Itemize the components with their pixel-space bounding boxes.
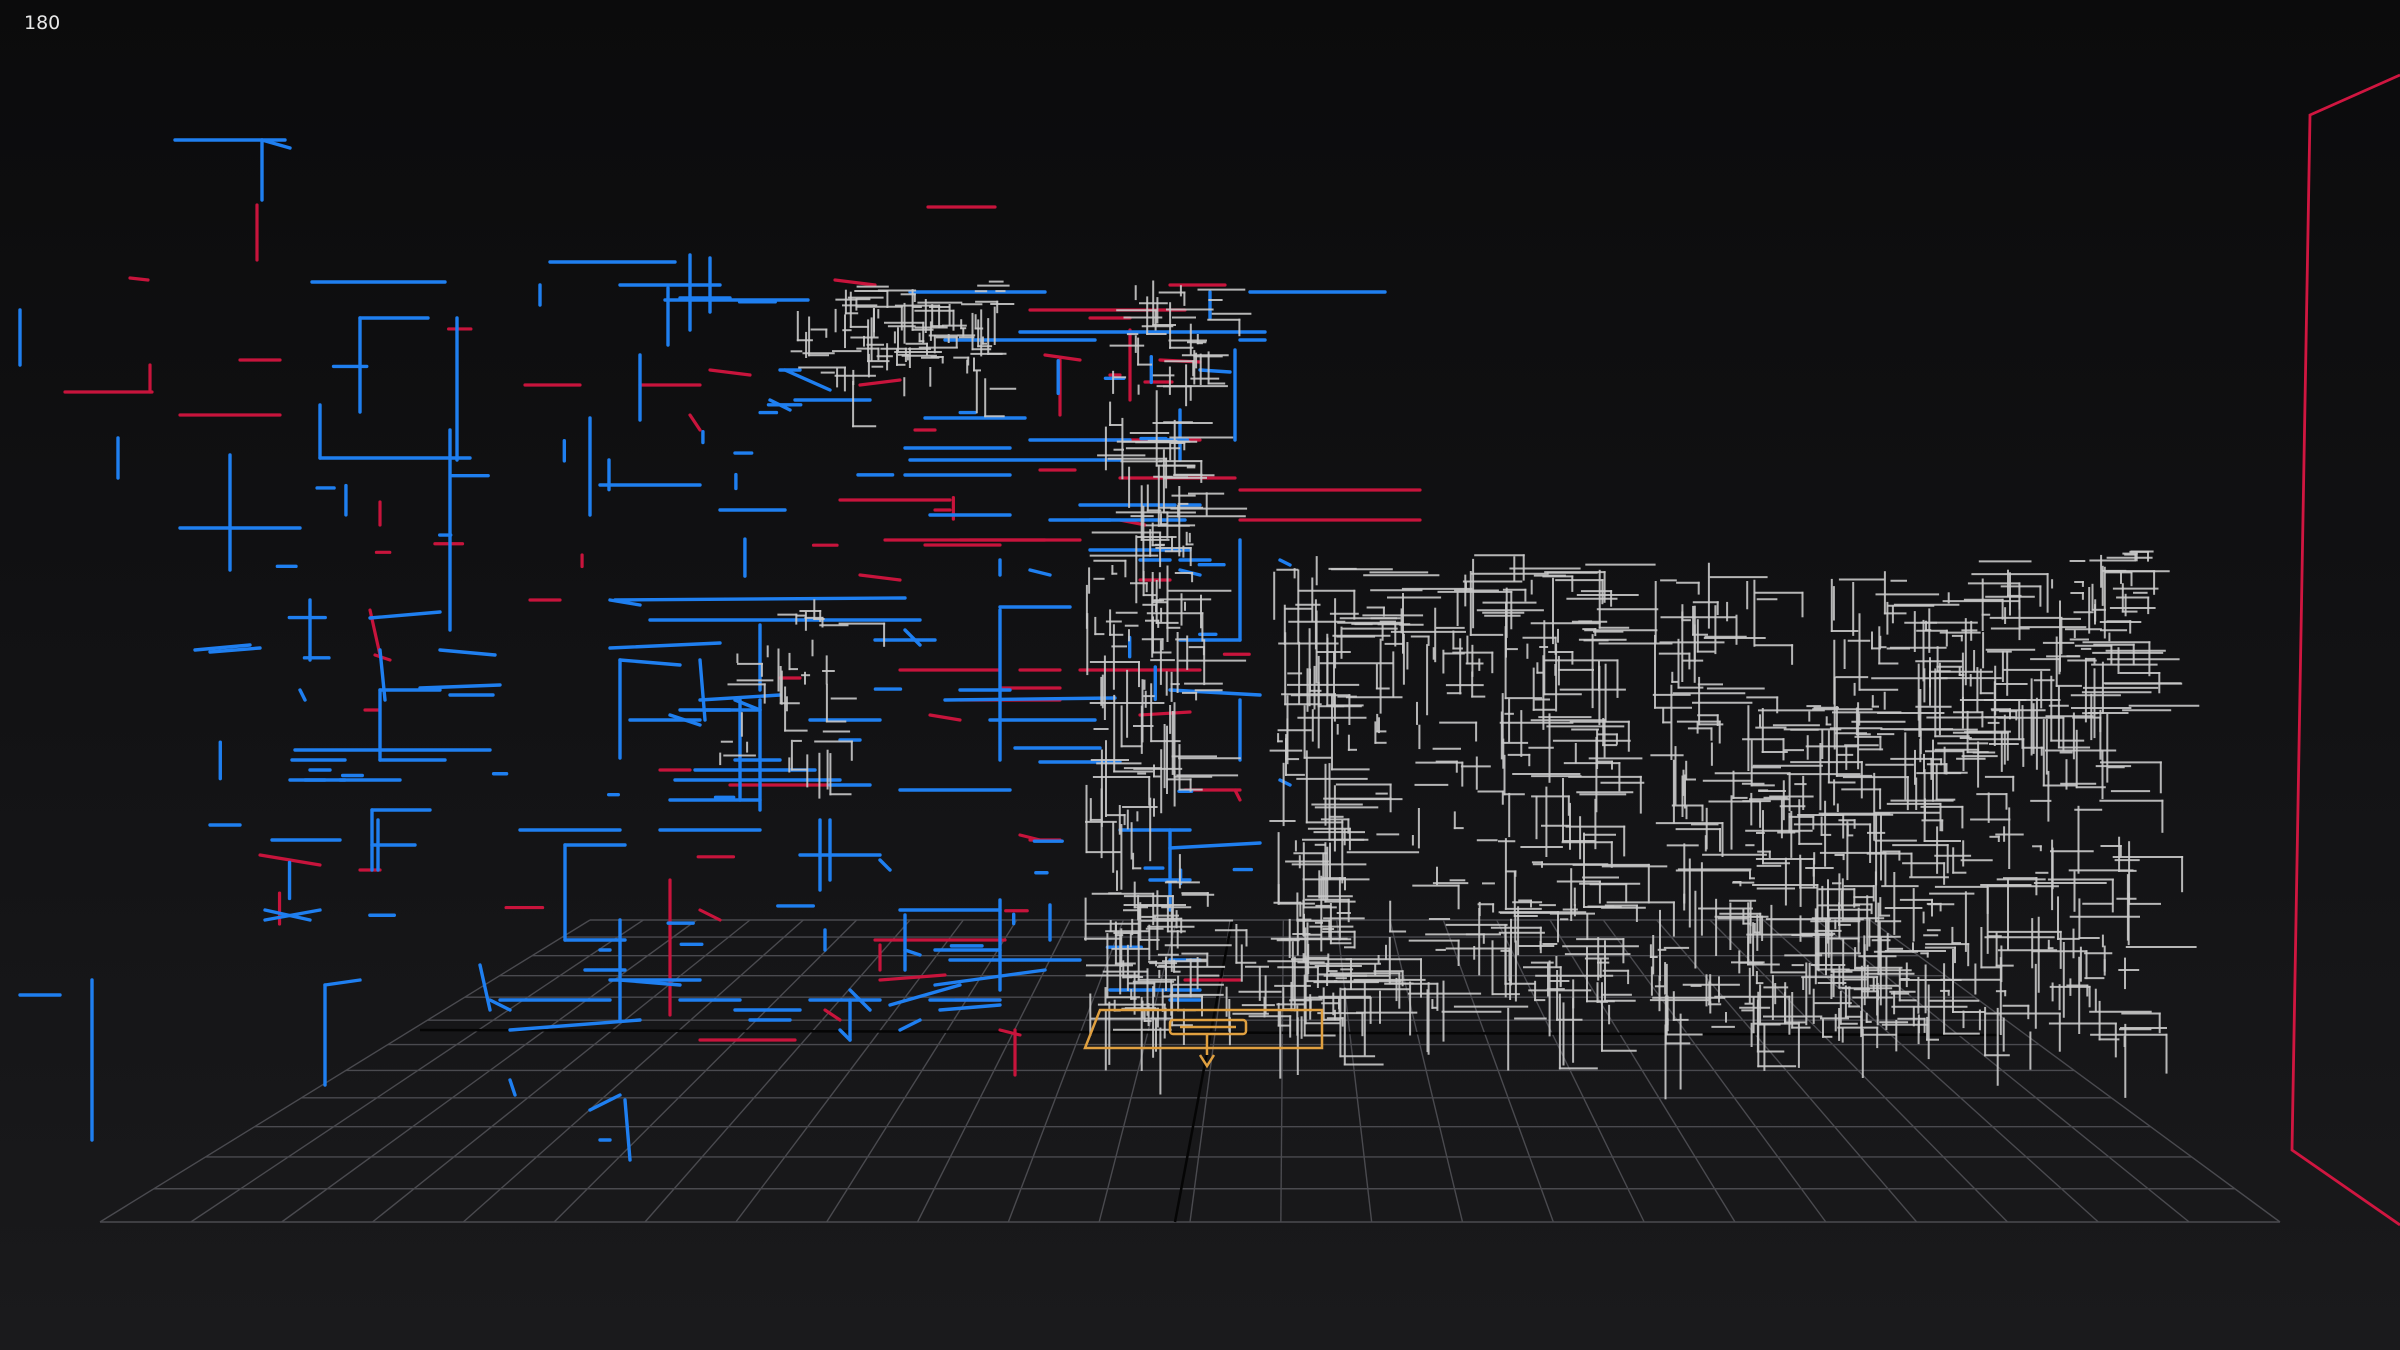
frame-counter: 180 xyxy=(24,12,61,34)
3d-viewport[interactable]: 180 xyxy=(0,0,2400,1350)
boundary-frame xyxy=(2290,73,2400,1227)
point-cloud-scene[interactable] xyxy=(0,0,2400,1350)
